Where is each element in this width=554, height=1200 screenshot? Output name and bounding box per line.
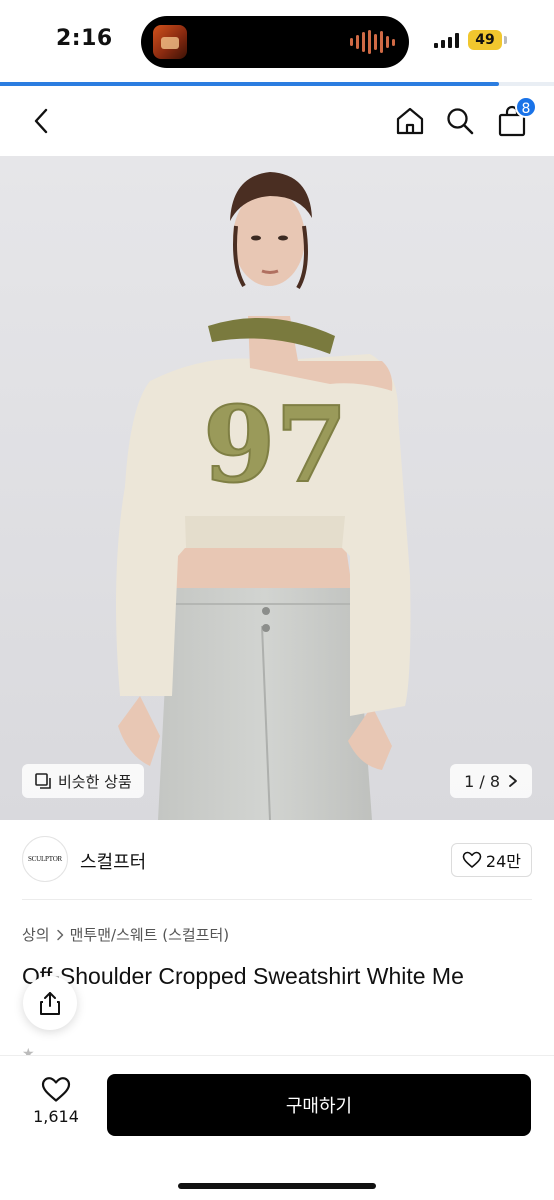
divider (22, 899, 532, 900)
svg-text:97: 97 (203, 383, 348, 506)
share-icon (40, 992, 60, 1015)
status-time: 2:16 (56, 26, 113, 51)
cart-button[interactable]: 8 (493, 96, 537, 140)
similar-products-label: 비슷한 상품 (58, 772, 132, 791)
home-icon (396, 107, 424, 135)
home-button[interactable] (391, 102, 429, 140)
copy-icon (35, 773, 51, 789)
chevron-right-icon (56, 929, 63, 940)
brand-logo[interactable]: SCULPTOR (22, 836, 68, 882)
similar-products-button[interactable]: 비슷한 상품 (22, 764, 144, 798)
status-bar: 2:16 49 (0, 0, 554, 82)
breadcrumb-subcategory[interactable]: 맨투맨/스웨트 (스컬프터) (70, 924, 230, 945)
back-button[interactable] (22, 102, 60, 140)
brand-logo-text: SCULPTOR (27, 855, 63, 863)
product-image-gallery[interactable]: 97 비슷한 상품 1 / 8 (0, 156, 554, 820)
audio-waveform-icon (350, 30, 395, 54)
dynamic-island[interactable] (141, 16, 409, 68)
brand-name[interactable]: 스컬프터 (80, 848, 146, 874)
brand-like-button[interactable]: 24만 (450, 843, 532, 877)
heart-icon (41, 1077, 71, 1102)
product-photo: 97 (0, 156, 554, 820)
top-nav-bar: 8 (0, 86, 554, 156)
cart-count-badge: 8 (515, 96, 537, 118)
breadcrumb-category[interactable]: 상의 (22, 924, 50, 945)
chevron-right-icon (509, 775, 517, 787)
wishlist-button[interactable]: 1,614 (22, 1076, 90, 1126)
buy-button[interactable]: 구매하기 (107, 1074, 531, 1136)
bottom-action-bar: 1,614 구매하기 (0, 1055, 554, 1200)
chevron-left-icon (34, 108, 48, 134)
breadcrumb: 상의 맨투맨/스웨트 (스컬프터) (22, 924, 229, 945)
now-playing-artwork (153, 25, 187, 59)
share-button[interactable] (23, 976, 77, 1030)
gallery-page-indicator[interactable]: 1 / 8 (450, 764, 532, 798)
wishlist-count: 1,614 (33, 1107, 79, 1126)
brand-row[interactable]: SCULPTOR 스컬프터 24만 (0, 820, 554, 900)
battery-icon: 49 (468, 30, 507, 50)
search-button[interactable] (441, 102, 479, 140)
brand-like-count: 24만 (485, 852, 521, 871)
search-icon (447, 108, 474, 135)
heart-icon (462, 851, 482, 868)
home-indicator[interactable] (178, 1183, 376, 1189)
product-title: Off-Shoulder Cropped Sweatshirt White Me (22, 963, 464, 989)
cellular-signal-icon (434, 33, 459, 48)
gallery-page-text: 1 / 8 (464, 771, 500, 791)
